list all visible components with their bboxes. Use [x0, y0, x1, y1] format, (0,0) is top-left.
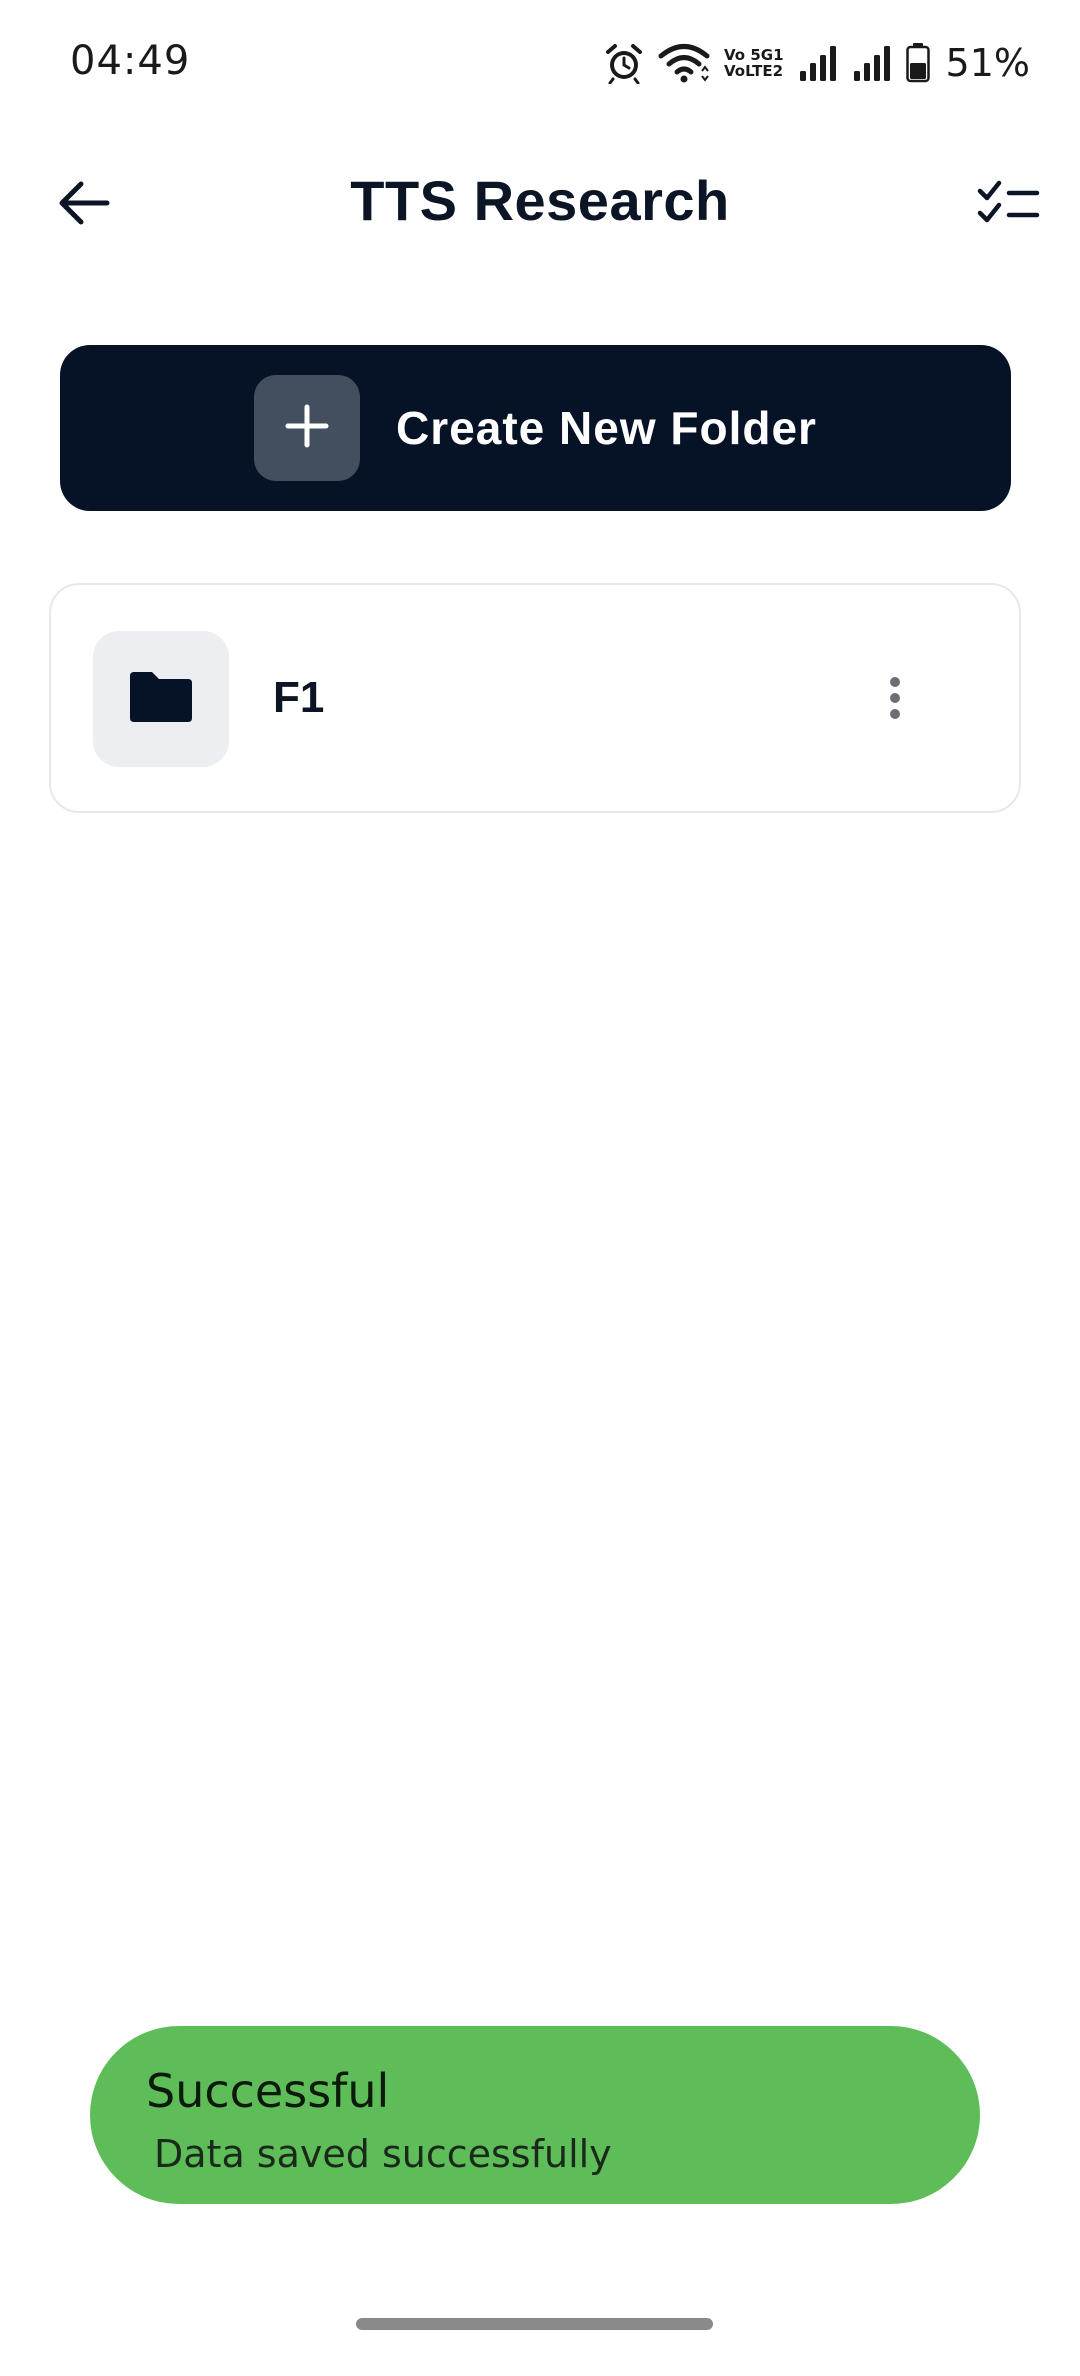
- plus-icon: [284, 403, 330, 454]
- volte-label-bottom: VoLTE2: [724, 62, 784, 80]
- wifi-icon: [658, 43, 710, 83]
- folder-list-item[interactable]: F1: [49, 583, 1021, 813]
- page-title: TTS Research: [350, 169, 730, 232]
- more-vertical-icon: [888, 676, 902, 725]
- create-new-folder-label: Create New Folder: [396, 402, 817, 454]
- folder-icon-box: [93, 631, 229, 767]
- status-bar: 04:49 Vo 5G1 VoLTE2 51%: [0, 0, 1080, 130]
- battery-icon: [905, 43, 930, 83]
- toast-title: Successful: [146, 2064, 390, 2118]
- multi-select-button[interactable]: [964, 170, 1054, 240]
- battery-percent: 51%: [945, 41, 1030, 85]
- checklist-icon: [977, 179, 1041, 232]
- alarm-icon: [604, 42, 644, 84]
- volte-label-top: Vo 5G1: [724, 46, 784, 64]
- screen: 04:49 Vo 5G1 VoLTE2 51% TTS Research Cre…: [0, 0, 1080, 2376]
- toast-message: Data saved successfully: [154, 2132, 612, 2176]
- folder-name: F1: [273, 673, 325, 722]
- app-header: TTS Research: [0, 150, 1080, 260]
- folder-options-button[interactable]: [865, 655, 925, 745]
- signal-1-icon: [798, 43, 838, 83]
- create-new-folder-button[interactable]: Create New Folder: [60, 345, 1011, 511]
- home-indicator[interactable]: [356, 2318, 713, 2330]
- status-icons: Vo 5G1 VoLTE2 51%: [604, 40, 1030, 86]
- signal-2-icon: [852, 43, 892, 83]
- status-time: 04:49: [70, 38, 191, 84]
- plus-icon-box: [254, 375, 361, 481]
- success-toast: Successful Data saved successfully: [90, 2026, 980, 2204]
- volte-icon: Vo 5G1 VoLTE2: [724, 47, 784, 79]
- folder-icon: [128, 670, 194, 729]
